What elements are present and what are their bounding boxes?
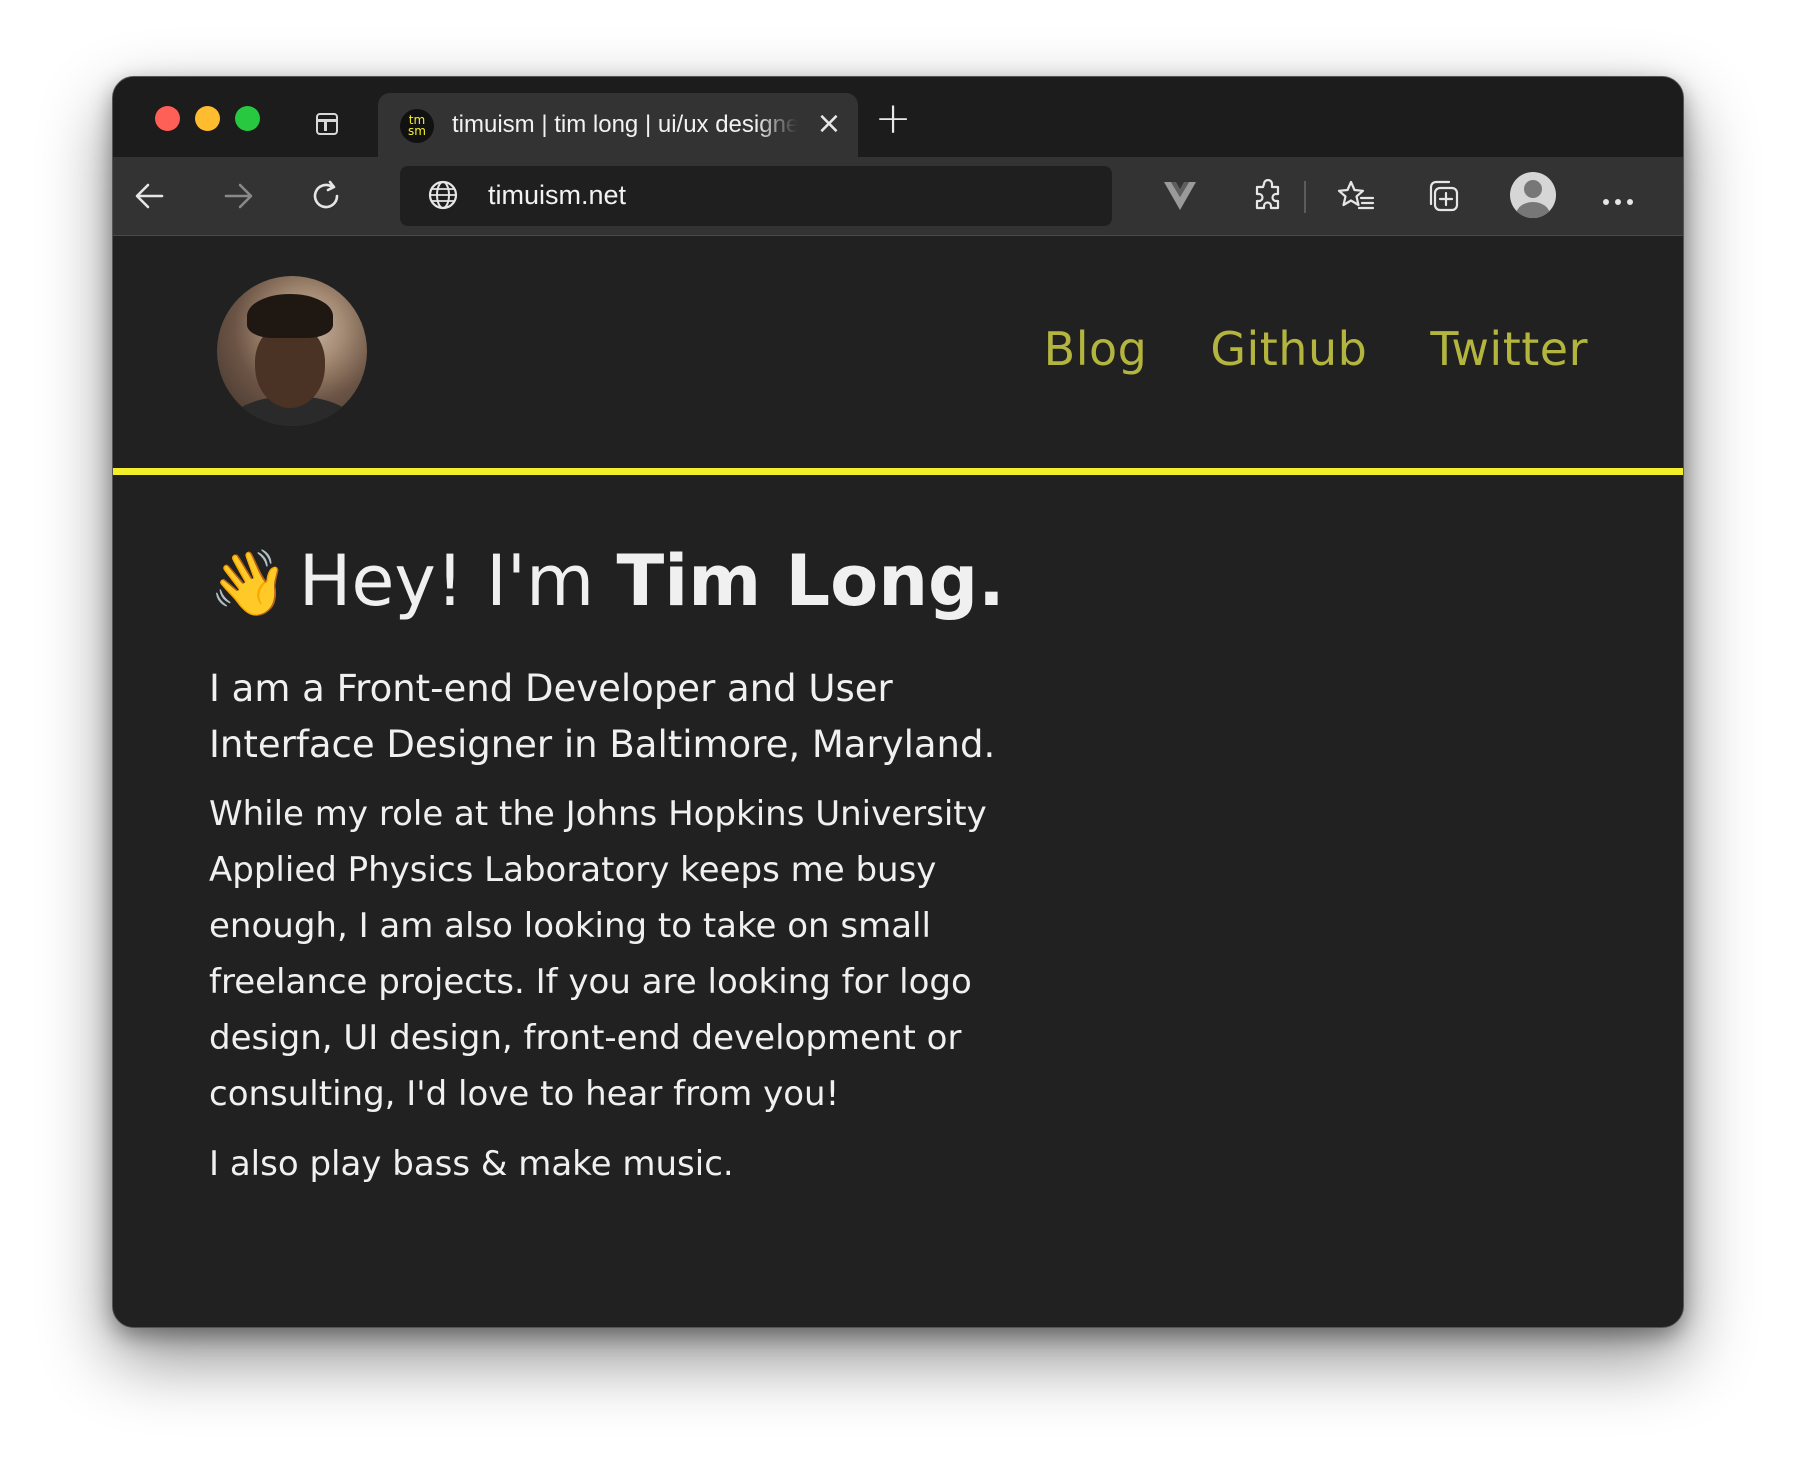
sidebar-toggle-icon[interactable] bbox=[316, 113, 338, 135]
arrow-right-icon bbox=[224, 183, 253, 209]
web-page: Blog Github Twitter 👋 Hey! I'm Tim Long. … bbox=[113, 236, 1683, 1327]
owner-name: Tim Long. bbox=[616, 540, 1005, 622]
minimize-window-button[interactable] bbox=[195, 106, 220, 131]
nav-link-blog[interactable]: Blog bbox=[1044, 322, 1148, 376]
favicon-icon: tm sm bbox=[400, 109, 434, 143]
address-bar[interactable]: timuism.net bbox=[400, 166, 1112, 226]
forward-button[interactable] bbox=[213, 171, 263, 221]
reload-icon bbox=[313, 180, 339, 209]
collections-button[interactable] bbox=[1418, 171, 1468, 221]
reload-button[interactable] bbox=[301, 171, 351, 221]
bio-paragraph: While my role at the Johns Hopkins Unive… bbox=[209, 794, 987, 1114]
page-title: 👋 Hey! I'm Tim Long. bbox=[209, 536, 1005, 629]
waving-hand-icon: 👋 bbox=[209, 547, 289, 621]
profile-icon[interactable] bbox=[1510, 172, 1556, 218]
vue-logo-icon bbox=[1164, 182, 1196, 210]
favorites-button[interactable] bbox=[1331, 171, 1381, 221]
vue-devtools-button[interactable] bbox=[1155, 171, 1205, 221]
tab-title: timuism | tim long | ui/ux designer bbox=[452, 111, 797, 138]
arrow-left-icon bbox=[135, 183, 164, 209]
collections-icon bbox=[1429, 180, 1459, 212]
new-tab-button[interactable]: + bbox=[873, 97, 913, 141]
extensions-button[interactable] bbox=[1243, 171, 1293, 221]
accent-divider bbox=[113, 468, 1683, 475]
profile-photo bbox=[217, 276, 367, 426]
toolbar-divider bbox=[1304, 181, 1306, 213]
browser-window: tm sm timuism | tim long | ui/ux designe… bbox=[112, 76, 1684, 1328]
back-button[interactable] bbox=[125, 171, 175, 221]
url-text[interactable]: timuism.net bbox=[488, 180, 626, 211]
profile-head bbox=[1524, 180, 1542, 198]
site-nav: Blog Github Twitter bbox=[1044, 322, 1588, 376]
greeting-text: Hey! I'm bbox=[298, 540, 617, 622]
tab-strip: tm sm timuism | tim long | ui/ux designe… bbox=[113, 77, 1683, 157]
photo-hair bbox=[247, 294, 333, 338]
nav-link-twitter[interactable]: Twitter bbox=[1430, 322, 1588, 376]
site-header: Blog Github Twitter bbox=[113, 236, 1683, 475]
lead-paragraph: I am a Front-end Developer and User Inte… bbox=[209, 667, 996, 766]
more-icon bbox=[1603, 199, 1633, 205]
close-tab-icon[interactable]: × bbox=[814, 109, 844, 139]
close-window-button[interactable] bbox=[155, 106, 180, 131]
more-button[interactable] bbox=[1593, 171, 1643, 221]
zoom-window-button[interactable] bbox=[235, 106, 260, 131]
star-list-icon bbox=[1337, 180, 1375, 210]
globe-icon[interactable] bbox=[428, 180, 458, 210]
puzzle-icon bbox=[1255, 178, 1280, 210]
active-tab[interactable]: tm sm timuism | tim long | ui/ux designe… bbox=[378, 93, 858, 157]
nav-link-github[interactable]: Github bbox=[1210, 322, 1367, 376]
music-paragraph: I also play bass & make music. bbox=[209, 1144, 734, 1184]
browser-toolbar: timuism.net bbox=[113, 157, 1683, 236]
profile-body bbox=[1516, 202, 1550, 218]
